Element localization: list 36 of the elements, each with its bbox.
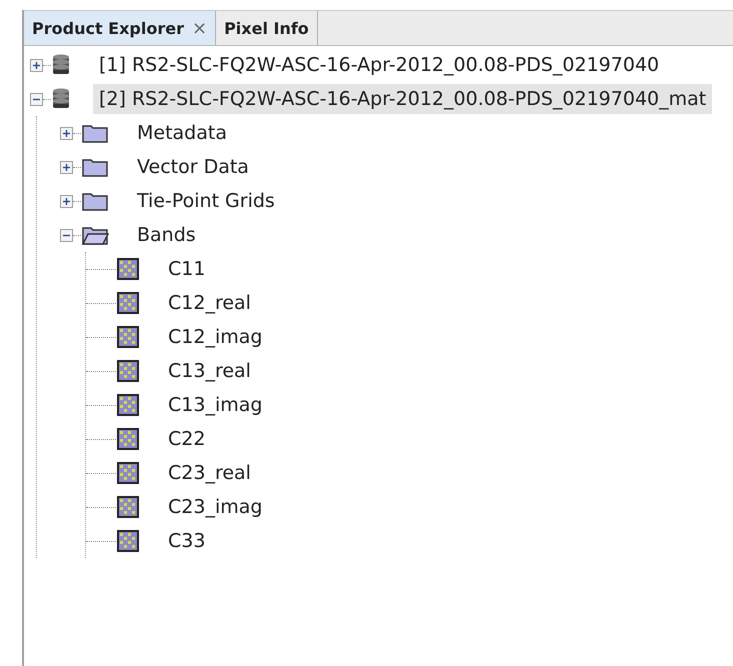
expand-toggle[interactable] (60, 160, 73, 174)
tree-item[interactable]: C23_imag (162, 492, 268, 522)
tree-item[interactable]: [1] RS2-SLC-FQ2W-ASC-16-Apr-2012_00.08-PDS_02197040 (93, 50, 666, 80)
grid-image-icon (116, 495, 140, 519)
grid-image-icon (116, 529, 140, 553)
tree-item[interactable]: C13_imag (162, 390, 268, 420)
collapse-toggle[interactable] (60, 228, 73, 242)
grid-image-icon (116, 291, 140, 315)
tree-item[interactable]: C33 (162, 526, 212, 556)
grid-image-icon (116, 427, 140, 451)
close-icon[interactable]: × (192, 18, 208, 38)
expand-toggle[interactable] (60, 194, 73, 208)
tree-item[interactable]: C13_real (162, 356, 257, 386)
grid-image-icon (116, 257, 140, 281)
grid-image-icon (116, 325, 140, 349)
grid-image-icon (116, 359, 140, 383)
tree-item[interactable]: Bands (131, 220, 202, 250)
tab-label: Pixel Info (224, 18, 309, 38)
tree-item[interactable]: Vector Data (131, 152, 255, 182)
tree-item[interactable]: C12_real (162, 288, 257, 318)
tree-item[interactable]: Metadata (131, 118, 233, 148)
tab-label: Product Explorer (32, 18, 184, 38)
grid-image-icon (116, 461, 140, 485)
tree-item[interactable]: C22 (162, 424, 212, 454)
tree-item[interactable]: C11 (162, 254, 212, 284)
database-icon (51, 54, 71, 76)
collapse-toggle[interactable] (30, 92, 43, 106)
expand-toggle[interactable] (30, 58, 43, 72)
expand-toggle[interactable] (60, 126, 73, 140)
database-icon (51, 88, 71, 110)
tree-item[interactable]: [2] RS2-SLC-FQ2W-ASC-16-Apr-2012_00.08-PDS_02197040_mat (93, 84, 712, 114)
grid-image-icon (116, 393, 140, 417)
tree-item[interactable]: C23_real (162, 458, 257, 488)
tree-item[interactable]: Tie-Point Grids (131, 186, 281, 216)
tree-item[interactable]: C12_imag (162, 322, 268, 352)
tab[interactable]: Product Explorer × (24, 11, 216, 45)
